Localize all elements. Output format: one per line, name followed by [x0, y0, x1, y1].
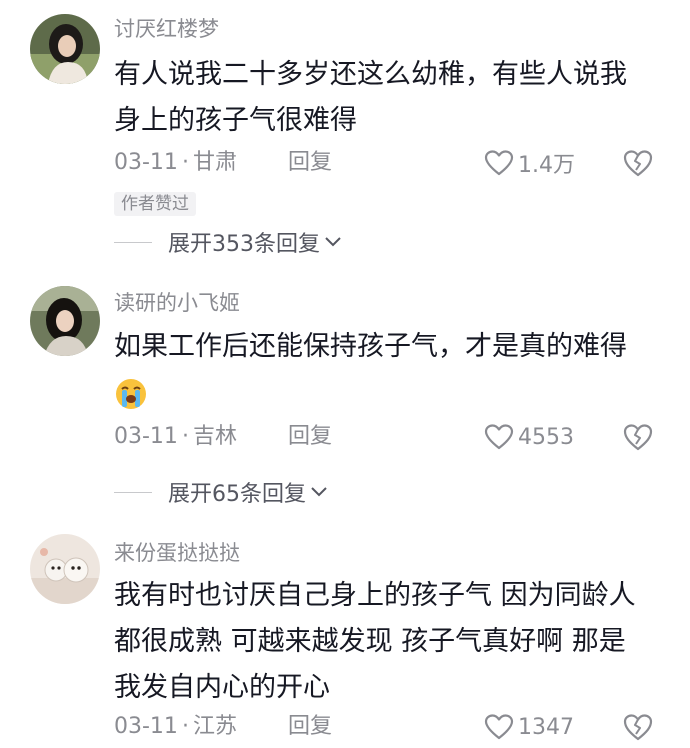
comment-text-line: 我有时也讨厌自己身上的孩子气 因为同龄人 — [114, 580, 636, 611]
expand-replies-label: 展开353条回复 — [168, 232, 320, 257]
like-button[interactable]: 1347 — [484, 712, 574, 742]
comment-meta: 03-11 · 吉林 — [114, 422, 237, 452]
comment-meta: 03-11 · 江苏 — [114, 712, 237, 742]
avatar[interactable] — [30, 286, 100, 356]
separator-dot: · — [181, 424, 189, 449]
comment-date: 03-11 — [114, 150, 178, 175]
chevron-down-icon — [325, 237, 341, 247]
comment-text-line: 有人说我二十多岁还这么幼稚，有些人说我 — [114, 59, 627, 90]
heart-outline-icon — [484, 424, 514, 450]
comment-text-line — [114, 370, 664, 416]
loudly-crying-face-emoji — [116, 378, 146, 409]
reply-button[interactable]: 回复 — [288, 712, 332, 742]
reply-button[interactable]: 回复 — [288, 148, 332, 178]
divider — [114, 491, 152, 493]
avatar[interactable] — [30, 534, 100, 604]
comment-username[interactable]: 讨厌红楼梦 — [114, 16, 219, 42]
comment-text: 有人说我二十多岁还这么幼稚，有些人说我 身上的孩子气很难得 — [114, 52, 664, 144]
broken-heart-icon[interactable] — [622, 422, 654, 452]
reply-button[interactable]: 回复 — [288, 422, 332, 452]
comment-text-line: 身上的孩子气很难得 — [114, 105, 357, 136]
separator-dot: · — [181, 150, 189, 175]
like-count: 1347 — [518, 714, 574, 740]
author-liked-tag: 作者赞过 — [114, 192, 196, 216]
comment-text-line: 都很成熟 可越来越发现 孩子气真好啊 那是 — [114, 626, 626, 657]
comment-location: 吉林 — [192, 424, 237, 449]
comment-username[interactable]: 读研的小飞姬 — [114, 290, 240, 316]
comment-text-line: 如果工作后还能保持孩子气，才是真的难得 — [114, 331, 627, 362]
heart-outline-icon — [484, 150, 514, 176]
heart-outline-icon — [484, 714, 514, 740]
comment-text: 我有时也讨厌自己身上的孩子气 因为同龄人 都很成熟 可越来越发现 孩子气真好啊 … — [114, 573, 664, 711]
broken-heart-icon[interactable] — [622, 712, 654, 742]
comment-text: 如果工作后还能保持孩子气，才是真的难得 — [114, 324, 664, 416]
divider — [114, 241, 152, 243]
broken-heart-icon[interactable] — [622, 148, 654, 178]
expand-replies-button[interactable]: 展开353条回复 — [114, 227, 342, 257]
comment-date: 03-11 — [114, 424, 178, 449]
like-count: 1.4万 — [518, 153, 575, 178]
like-count: 4553 — [518, 424, 574, 450]
avatar[interactable] — [30, 14, 100, 84]
comment-text-line: 我发自内心的开心 — [114, 672, 330, 703]
separator-dot: · — [181, 714, 189, 739]
comment-location: 甘肃 — [192, 150, 237, 175]
comment-date: 03-11 — [114, 714, 178, 739]
like-button[interactable]: 4553 — [484, 422, 574, 452]
expand-replies-button[interactable]: 展开65条回复 — [114, 477, 328, 507]
comment-meta: 03-11 · 甘肃 — [114, 148, 237, 178]
comment-username[interactable]: 来份蛋挞挞挞 — [114, 540, 240, 566]
expand-replies-label: 展开65条回复 — [168, 482, 306, 507]
like-button[interactable]: 1.4万 — [484, 148, 575, 178]
comment-location: 江苏 — [192, 714, 237, 739]
chevron-down-icon — [311, 487, 327, 497]
